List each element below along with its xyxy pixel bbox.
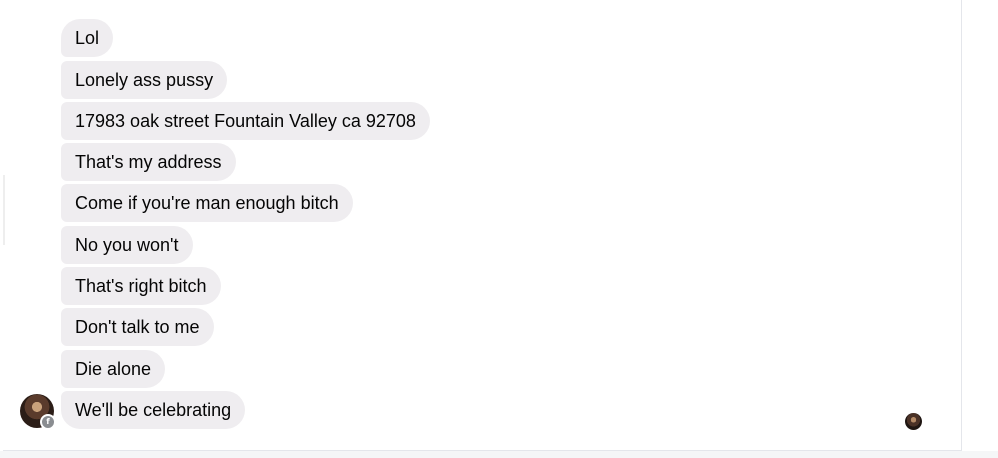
message-bubble[interactable]: Lol [61, 19, 114, 57]
sender-avatar-icon[interactable]: f [20, 394, 56, 430]
chat-pane: Lol Lonely ass pussy 17983 oak street Fo… [3, 0, 962, 451]
composer-edge [0, 451, 998, 458]
message-bubble[interactable]: No you won't [61, 226, 193, 264]
message-bubble[interactable]: Come if you're man enough bitch [61, 184, 353, 222]
scroll-edge [3, 175, 5, 245]
facebook-badge-icon: f [40, 414, 56, 430]
message-bubble[interactable]: Die alone [61, 350, 166, 388]
message-bubble[interactable]: That's my address [61, 143, 236, 181]
seen-indicator-icon [905, 413, 922, 430]
message-bubble[interactable]: We'll be celebrating [61, 391, 246, 429]
message-bubble[interactable]: 17983 oak street Fountain Valley ca 9270… [61, 102, 430, 140]
message-bubble[interactable]: Don't talk to me [61, 308, 214, 346]
message-bubble[interactable]: Lonely ass pussy [61, 61, 228, 99]
message-bubble[interactable]: That's right bitch [61, 267, 221, 305]
